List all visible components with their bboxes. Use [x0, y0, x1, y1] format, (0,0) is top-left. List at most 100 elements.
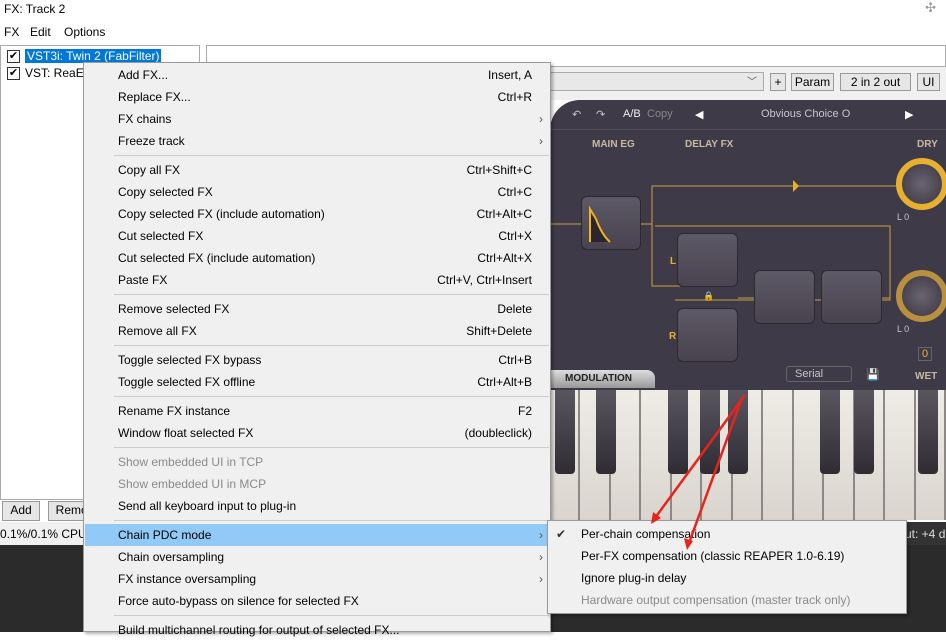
enable-checkbox[interactable]: ✔: [7, 66, 20, 80]
submenu-item-label: Hardware output compensation (master tra…: [581, 593, 851, 607]
wet-value[interactable]: 0: [918, 347, 933, 361]
menu-item-chain-oversampling[interactable]: Chain oversampling ›: [85, 546, 551, 568]
menu-item-label: Window float selected FX: [118, 426, 254, 440]
serial-dropdown[interactable]: Serial: [786, 366, 852, 382]
menu-item-force-auto-bypass-on-silence-for-selected-fx[interactable]: Force auto-bypass on silence for selecte…: [85, 590, 551, 612]
preset-dropdown[interactable]: ﹀: [550, 72, 764, 91]
menu-edit[interactable]: Edit: [30, 25, 51, 39]
menu-item-toggle-selected-fx-bypass[interactable]: Toggle selected FX bypass Ctrl+B: [85, 349, 551, 371]
menu-item-chain-pdc-mode[interactable]: Chain PDC mode ›: [85, 524, 551, 546]
io-button[interactable]: 2 in 2 out: [840, 73, 911, 91]
menu-item-shortcut: Delete: [497, 302, 532, 316]
chevron-right-icon: ›: [539, 550, 543, 564]
submenu-item-label: Ignore plug-in delay: [581, 571, 687, 585]
menu-item-shortcut: Ctrl+Alt+X: [477, 251, 532, 265]
menu-item-add-fx[interactable]: Add FX... Insert, A: [85, 64, 551, 86]
undo-icon[interactable]: ↶: [572, 108, 581, 121]
menu-item-paste-fx[interactable]: Paste FX Ctrl+V, Ctrl+Insert: [85, 269, 551, 291]
menu-separator: [114, 447, 549, 448]
menu-item-label: Freeze track: [118, 134, 185, 148]
menu-item-cut-selected-fx-include-automation[interactable]: Cut selected FX (include automation) Ctrl…: [85, 247, 551, 269]
menu-item-label: Force auto-bypass on silence for selecte…: [118, 594, 359, 608]
menu-item-label: Toggle selected FX offline: [118, 375, 256, 389]
menu-item-build-multichannel-routing-for-output-of-selected-fx[interactable]: Build multichannel routing for output of…: [85, 619, 551, 641]
copy-button[interactable]: Copy: [647, 108, 673, 120]
param-button[interactable]: Param: [791, 73, 834, 91]
delay-fx-slot[interactable]: [754, 270, 815, 324]
menu-item-fx-chains[interactable]: FX chains ›: [85, 108, 551, 130]
menu-item-copy-selected-fx[interactable]: Copy selected FX Ctrl+C: [85, 181, 551, 203]
menu-item-label: Remove selected FX: [118, 302, 230, 316]
enable-checkbox[interactable]: ✔: [7, 49, 20, 63]
chevron-right-icon: ›: [539, 572, 543, 586]
menu-item-shortcut: F2: [517, 404, 532, 418]
next-preset-icon[interactable]: ▶: [905, 108, 913, 121]
menu-item-send-all-keyboard-input-to-plug-in[interactable]: Send all keyboard input to plug-in: [85, 495, 551, 517]
add-preset-button[interactable]: +: [770, 73, 786, 91]
pdc-submenu: ✔ Per-chain compensation Per-FX compensati…: [547, 520, 907, 614]
wet-knob[interactable]: [896, 270, 946, 322]
menu-item-label: Add FX...: [118, 68, 169, 82]
menu-item-shortcut: (doubleclick): [464, 426, 532, 440]
menu-item-shortcut: Ctrl+C: [497, 185, 532, 199]
fx-list-item[interactable]: ✔ VST: ReaEQ: [7, 65, 93, 81]
ui-button[interactable]: UI: [917, 73, 940, 91]
menu-item-label: FX instance oversampling: [118, 572, 257, 586]
dry-knob[interactable]: [896, 158, 946, 210]
menu-item-label: Copy selected FX (include automation): [118, 207, 325, 221]
menu-item-freeze-track[interactable]: Freeze track ›: [85, 130, 551, 152]
delay-fx-slot[interactable]: [821, 270, 882, 324]
submenu-item[interactable]: Ignore plug-in delay: [548, 567, 906, 589]
delay-left-display[interactable]: [677, 233, 738, 287]
fx-label: VST3i: Twin 2 (FabFilter): [25, 49, 162, 63]
menu-item-show-embedded-ui-in-mcp[interactable]: Show embedded UI in MCP: [85, 473, 551, 495]
submenu-item[interactable]: Hardware output compensation (master tra…: [548, 589, 906, 611]
menu-item-label: Copy selected FX: [118, 185, 213, 199]
redo-icon[interactable]: ↷: [596, 108, 605, 121]
menu-item-shortcut: Insert, A: [487, 68, 532, 82]
wet-label: WET: [915, 371, 938, 382]
menu-item-fx-instance-oversampling[interactable]: FX instance oversampling ›: [85, 568, 551, 590]
menu-item-replace-fx[interactable]: Replace FX... Ctrl+R: [85, 86, 551, 108]
submenu-item-label: Per-FX compensation (classic REAPER 1.0-…: [581, 549, 845, 563]
menu-item-shortcut: Ctrl+R: [497, 90, 532, 104]
menu-fx[interactable]: FX: [4, 25, 19, 39]
menu-item-label: Send all keyboard input to plug-in: [118, 499, 297, 513]
preset-name[interactable]: Obvious Choice O: [761, 108, 850, 120]
menu-item-label: Paste FX: [118, 273, 168, 287]
main-eg-display[interactable]: [581, 196, 641, 250]
menu-separator: [114, 294, 549, 295]
ab-button[interactable]: A/B: [623, 108, 641, 120]
menu-item-copy-selected-fx-include-automation[interactable]: Copy selected FX (include automation) Ctr…: [85, 203, 551, 225]
menu-item-remove-all-fx[interactable]: Remove all FX Shift+Delete: [85, 320, 551, 342]
menu-item-window-float-selected-fx[interactable]: Window float selected FX (doubleclick): [85, 422, 551, 444]
modulation-tab[interactable]: MODULATION: [565, 373, 632, 384]
save-icon[interactable]: 💾: [866, 368, 880, 381]
menu-item-cut-selected-fx[interactable]: Cut selected FX Ctrl+X: [85, 225, 551, 247]
menu-item-copy-all-fx[interactable]: Copy all FX Ctrl+Shift+C: [85, 159, 551, 181]
menu-item-rename-fx-instance[interactable]: Rename FX instance F2: [85, 400, 551, 422]
chevron-down-icon: ﹀: [747, 77, 757, 88]
menu-options[interactable]: Options: [64, 25, 105, 39]
menu-item-remove-selected-fx[interactable]: Remove selected FX Delete: [85, 298, 551, 320]
delay-right-display[interactable]: [677, 308, 738, 362]
menu-item-label: Toggle selected FX bypass: [118, 353, 262, 367]
prev-preset-icon[interactable]: ◀: [695, 108, 703, 121]
lock-icon[interactable]: 🔒: [703, 291, 714, 302]
chevron-right-icon: ›: [539, 112, 543, 126]
routing-lines: [550, 180, 900, 301]
pin-icon[interactable]: ✣: [925, 0, 936, 16]
menu-separator: [114, 615, 549, 616]
menu-item-toggle-selected-fx-offline[interactable]: Toggle selected FX offline Ctrl+Alt+B: [85, 371, 551, 393]
submenu-item[interactable]: Per-FX compensation (classic REAPER 1.0-…: [548, 545, 906, 567]
menu-item-shortcut: Ctrl+Alt+B: [477, 375, 532, 389]
menu-item-label: Chain PDC mode: [118, 528, 212, 542]
submenu-item[interactable]: ✔ Per-chain compensation: [548, 523, 906, 545]
chevron-right-icon: ›: [539, 134, 543, 148]
menu-item-label: Build multichannel routing for output of…: [118, 623, 400, 637]
add-button[interactable]: Add: [2, 501, 40, 521]
menu-item-label: Show embedded UI in MCP: [118, 477, 267, 491]
menu-item-shortcut: Ctrl+Shift+C: [466, 163, 532, 177]
menu-item-show-embedded-ui-in-tcp[interactable]: Show embedded UI in TCP: [85, 451, 551, 473]
context-menu: Add FX... Insert, A Replace FX... Ctrl+R FX …: [83, 62, 551, 637]
